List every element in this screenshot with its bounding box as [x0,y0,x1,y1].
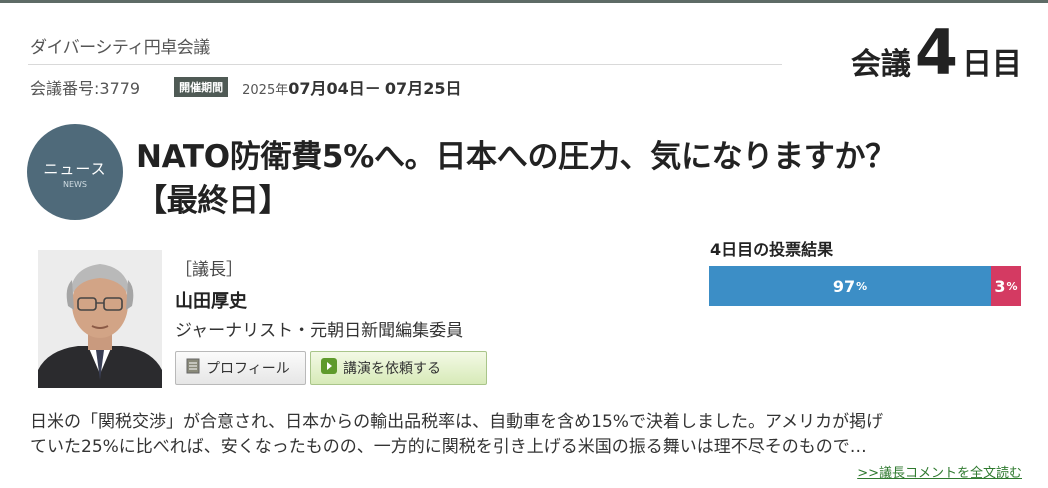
chair-avatar [38,250,162,388]
comment-line2: ていた25%に比べれば、安くなったものの、一方的に関税を引き上げる米国の振る舞い… [30,437,867,457]
vote-yes-segment: 97% [709,266,991,306]
day-counter-prefix: 会議 [850,47,911,82]
avatar-portrait [38,250,162,388]
meeting-number: 会議番号:3779 [30,79,141,98]
chair-role: ［議長］ [175,260,243,280]
headline-line2: 【最終日】 [136,183,290,219]
date-separator: － [364,79,381,98]
meeting-meta: 会議番号:3779 開催期間 2025年07月04日－ 07月25日 [30,76,461,98]
vote-result-label: 4日目の投票結果 [710,240,834,259]
day-counter-number: 4 [914,16,958,89]
vote-yes-value: 97 [832,276,856,296]
day-counter: 会議 4 日目 [851,22,1022,84]
vote-no-value: 3 [994,276,1006,296]
meeting-dates: 2025年07月04日－ 07月25日 [242,75,461,99]
news-icon-label: ニュース [43,160,107,178]
vote-no-segment: 3% [991,266,1021,306]
topic-headline[interactable]: NATO防衛費5%へ。日本への圧力、気になりますか？ 【最終日】 [136,135,1036,223]
period-badge: 開催期間 [174,77,229,97]
date-end: 07月25日 [384,79,462,98]
day-counter-suffix: 日目 [962,47,1022,82]
vote-yes-unit: % [856,279,868,293]
document-icon [186,358,200,378]
divider [28,64,782,65]
chair-title: ジャーナリスト・元朝日新聞編集委員 [175,321,464,341]
site-title: ダイバーシティ円卓会議 [30,38,210,58]
vote-result-bar: 97% 3% [709,266,1021,306]
chair-name: 山田厚史 [175,291,247,312]
profile-button[interactable]: プロフィール [175,351,306,385]
chair-comment: 日米の「関税交渉」が合意され、日本からの輸出品税率は、自動車を含め15%で決着し… [30,410,1020,460]
date-year: 2025年 [242,83,289,98]
news-icon-sublabel: NEWS [62,180,88,189]
headline-line1: NATO防衛費5%へ。日本への圧力、気になりますか？ [136,139,896,175]
comment-line1: 日米の「関税交渉」が合意され、日本からの輸出品税率は、自動車を含め15%で決着し… [30,412,884,432]
top-accent-bar [0,0,1048,3]
profile-button-label: プロフィール [206,361,290,377]
news-category-icon: ニュース NEWS [27,124,123,220]
date-start: 07月04日 [288,79,365,98]
request-lecture-label: 講演を依頼する [343,361,441,377]
read-full-comment-link[interactable]: >>議長コメントを全文読む [857,462,1022,481]
request-lecture-button[interactable]: 講演を依頼する [310,351,487,385]
arrow-right-icon [321,358,337,378]
vote-no-unit: % [1006,279,1018,293]
